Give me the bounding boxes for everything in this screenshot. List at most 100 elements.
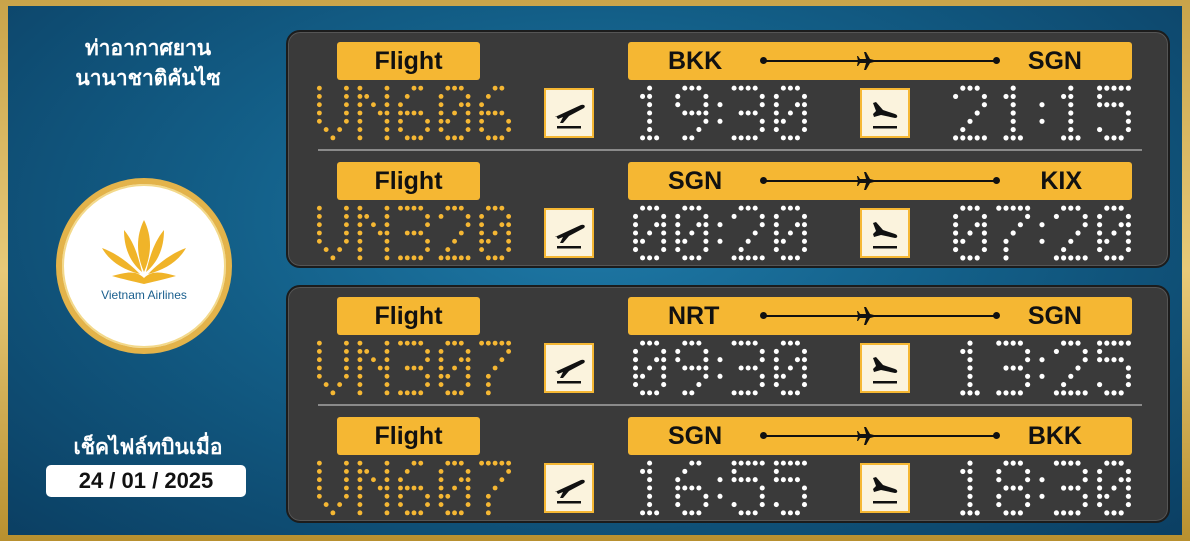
- departure-time: [632, 84, 808, 142]
- plane-arrival-icon: [873, 357, 898, 384]
- flight-row: Flight SGN BKK: [288, 407, 1172, 525]
- route-bar: SGN BKK: [628, 417, 1132, 455]
- led-char: [398, 340, 430, 396]
- led-char: [316, 205, 349, 261]
- led-display: [953, 85, 1131, 141]
- led-char: [398, 205, 430, 261]
- plane-icon: [857, 427, 878, 445]
- led-char: [1053, 205, 1088, 261]
- led-char: [1097, 340, 1131, 396]
- led-display: [316, 205, 512, 261]
- led-char: [731, 205, 765, 261]
- lotus-icon: [102, 220, 186, 284]
- led-display: [953, 205, 1131, 261]
- airline-logo: Vietnam Airlines: [56, 178, 232, 354]
- flight-row: Flight NRT SGN: [288, 287, 1172, 405]
- led-char: [632, 205, 667, 261]
- plane-departure-icon: [555, 479, 585, 504]
- led-char: [960, 460, 980, 516]
- route-origin: BKK: [668, 47, 723, 75]
- arrival-icon-box: [860, 343, 910, 393]
- arrival-icon-box: [860, 208, 910, 258]
- led-display: [316, 85, 512, 141]
- plane-departure-icon: [555, 104, 585, 129]
- led-char: [717, 222, 723, 244]
- plane-icon: [857, 172, 878, 190]
- flight-code: [316, 204, 512, 262]
- plane-departure-icon: [555, 224, 585, 249]
- route-destination: SGN: [1027, 302, 1082, 330]
- flight-board-2: Flight NRT SGN Flight SGN BKK: [286, 285, 1170, 523]
- flight-code: [316, 459, 512, 517]
- led-char: [479, 460, 512, 516]
- route-bar: NRT SGN: [628, 297, 1132, 335]
- led-char: [438, 340, 471, 396]
- route-line: [760, 57, 1000, 64]
- flight-label: Flight: [337, 417, 480, 455]
- route-origin: NRT: [668, 302, 720, 330]
- route-destination: SGN: [1027, 47, 1082, 75]
- plane-arrival-icon: [873, 102, 898, 129]
- led-char: [479, 340, 512, 396]
- led-display: [632, 205, 808, 261]
- led-char: [773, 460, 808, 516]
- led-char: [675, 85, 709, 141]
- led-char: [479, 85, 512, 141]
- checked-date: 24 / 01 / 2025: [46, 465, 246, 497]
- left-column: ท่าอากาศยาน นานาชาติคันไซ Vietnam Airlin…: [8, 6, 288, 535]
- departure-time: [632, 459, 808, 517]
- flight-code: [316, 339, 512, 397]
- flight-row: Flight BKK SGN: [288, 32, 1172, 150]
- led-char: [438, 85, 471, 141]
- led-char: [1053, 340, 1088, 396]
- led-char: [357, 340, 390, 396]
- led-char: [953, 205, 987, 261]
- led-char: [640, 85, 660, 141]
- airport-name: ท่าอากาศยาน นานาชาติคันไซ: [28, 34, 268, 94]
- led-char: [316, 85, 349, 141]
- departure-icon-box: [544, 208, 594, 258]
- led-char: [717, 477, 723, 499]
- led-char: [996, 340, 1031, 396]
- led-char: [1039, 357, 1045, 379]
- led-char: [632, 340, 667, 396]
- led-char: [773, 205, 808, 261]
- led-char: [1053, 460, 1088, 516]
- led-char: [357, 460, 390, 516]
- led-char: [717, 102, 723, 124]
- route-bar: BKK SGN: [628, 42, 1132, 80]
- departure-icon-box: [544, 343, 594, 393]
- departure-time: [632, 204, 808, 262]
- led-char: [675, 460, 709, 516]
- plane-icon: [857, 52, 878, 70]
- led-char: [1003, 85, 1023, 141]
- route-line: [760, 177, 1000, 184]
- led-char: [953, 85, 987, 141]
- led-char: [438, 460, 471, 516]
- led-char: [398, 460, 430, 516]
- led-display: [316, 460, 512, 516]
- route-line: [760, 432, 1000, 439]
- led-char: [773, 340, 808, 396]
- arrival-time: [952, 339, 1132, 397]
- led-display: [316, 340, 512, 396]
- flight-label: Flight: [337, 162, 480, 200]
- led-display: [632, 340, 808, 396]
- led-char: [773, 85, 808, 141]
- departure-icon-box: [544, 463, 594, 513]
- led-char: [731, 460, 765, 516]
- checked-label: เช็คไฟล์ทบินเมื่อ: [73, 436, 223, 459]
- led-char: [640, 460, 660, 516]
- airport-name-line1: ท่าอากาศยาน: [84, 37, 212, 60]
- row-divider: [318, 404, 1142, 406]
- route-origin: SGN: [668, 167, 723, 195]
- led-char: [1039, 477, 1045, 499]
- route-bar: SGN KIX: [628, 162, 1132, 200]
- departure-icon-box: [544, 88, 594, 138]
- led-display: [640, 460, 808, 516]
- led-char: [960, 340, 980, 396]
- led-display: [960, 340, 1131, 396]
- led-char: [357, 85, 390, 141]
- led-char: [316, 460, 349, 516]
- route-destination: BKK: [1027, 422, 1082, 450]
